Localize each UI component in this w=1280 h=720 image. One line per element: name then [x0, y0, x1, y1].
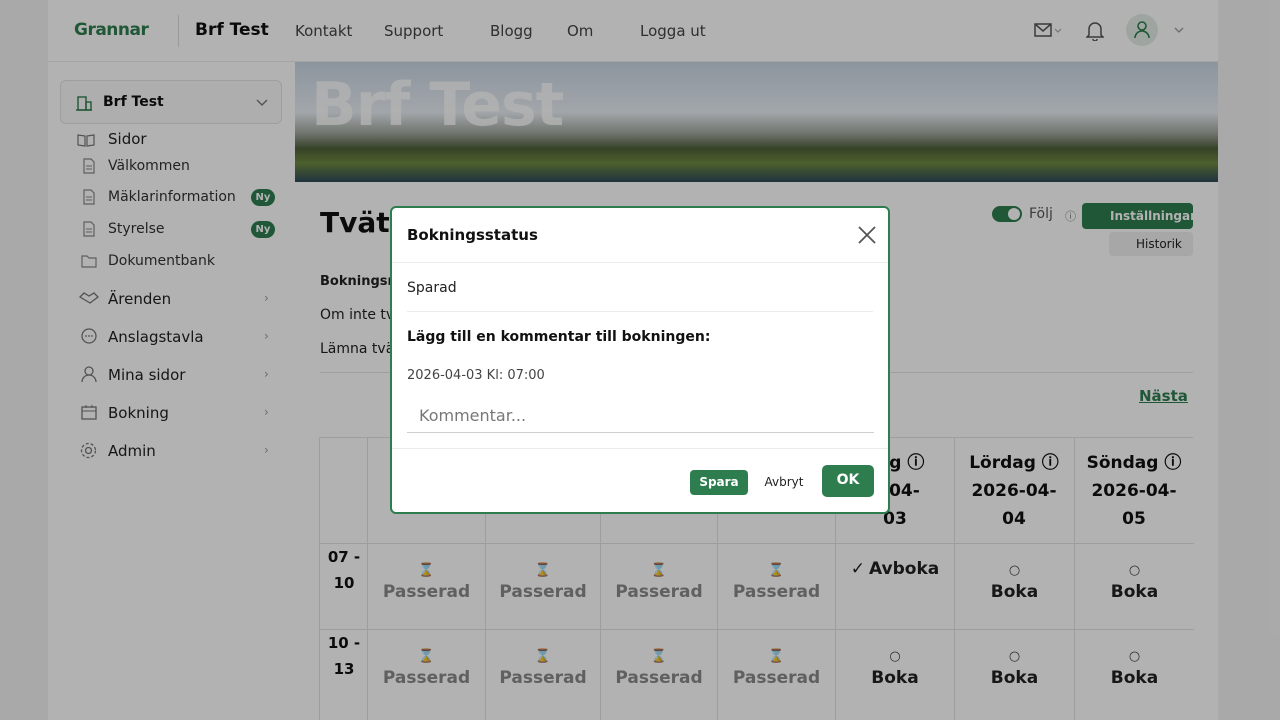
booking-status-text: Sparad: [407, 280, 457, 296]
dialog-title: Bokningsstatus: [407, 226, 538, 244]
save-button[interactable]: Spara: [690, 470, 748, 495]
dialog-divider: [392, 262, 888, 263]
booking-status-dialog: Bokningsstatus Sparad Lägg till en komme…: [390, 206, 890, 514]
cancel-button[interactable]: Avbryt: [755, 470, 813, 495]
dialog-divider: [407, 311, 873, 312]
ok-button[interactable]: OK: [822, 465, 874, 497]
dialog-divider: [392, 448, 888, 449]
booking-datetime: 2026-04-03 Kl: 07:00: [407, 368, 545, 383]
comment-label: Lägg till en kommentar till bokningen:: [407, 329, 711, 345]
comment-input[interactable]: [407, 399, 874, 433]
close-icon[interactable]: [856, 224, 878, 246]
